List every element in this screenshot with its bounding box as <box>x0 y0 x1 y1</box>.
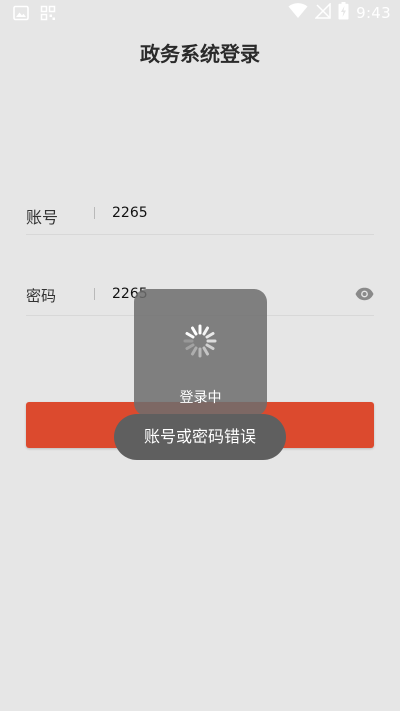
page-title: 政务系统登录 <box>140 42 260 66</box>
field-divider <box>94 207 95 219</box>
password-label: 密码 <box>26 287 57 305</box>
spinner-icon <box>182 323 218 359</box>
qr-grid-icon <box>40 5 56 21</box>
error-toast: 账号或密码错误 <box>114 414 286 460</box>
no-signal-icon <box>314 2 331 23</box>
status-bar: 9:43 <box>0 0 400 26</box>
status-time: 9:43 <box>356 4 391 22</box>
login-screen: 9:43 政务系统登录 账号 密码 <box>0 0 400 711</box>
wifi-icon <box>288 3 308 23</box>
account-input[interactable] <box>112 205 332 221</box>
image-icon <box>13 5 29 21</box>
eye-icon[interactable] <box>355 286 374 301</box>
account-label: 账号 <box>26 208 59 227</box>
status-bar-right: 9:43 <box>288 2 391 24</box>
loading-text: 登录中 <box>179 390 222 406</box>
field-divider <box>94 288 95 300</box>
account-row: 账号 <box>26 194 374 235</box>
battery-charging-icon <box>338 2 349 24</box>
loading-dialog: 登录中 <box>134 289 267 416</box>
